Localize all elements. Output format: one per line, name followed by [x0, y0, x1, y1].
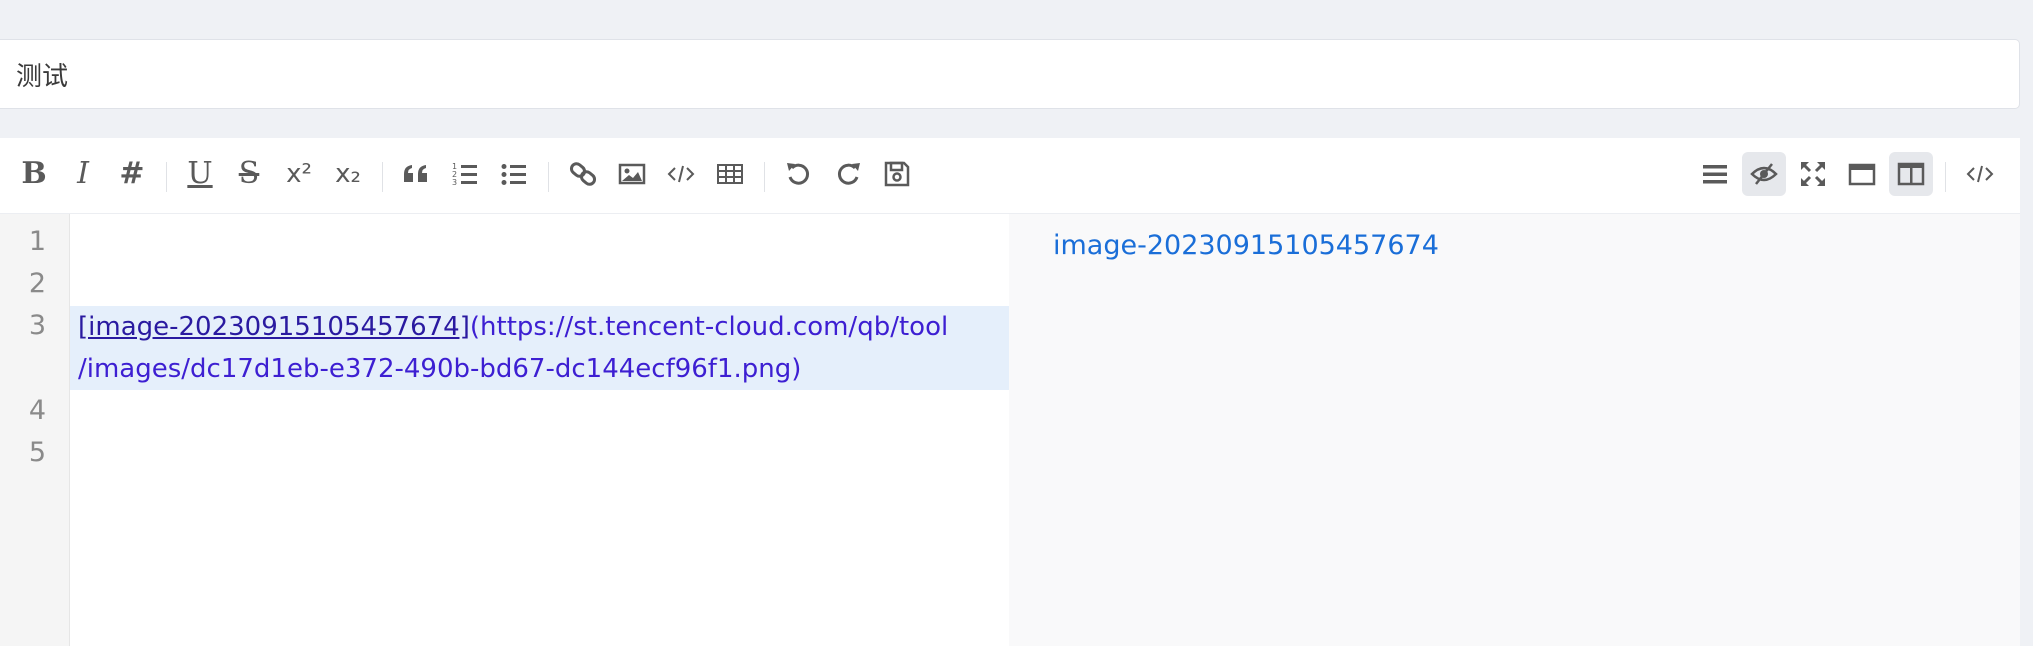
bold-icon: B: [21, 156, 47, 191]
menu-icon: [1703, 165, 1727, 184]
preview-image-link[interactable]: image-20230915105457674: [1053, 230, 1439, 261]
fullscreen-icon: [1800, 161, 1826, 187]
markdown-code-area[interactable]: [image-20230915105457674](https://st.ten…: [70, 214, 1009, 646]
redo-icon: [837, 163, 860, 185]
redo-button[interactable]: [826, 152, 870, 196]
subscript-icon: x₂: [335, 159, 361, 189]
link-url: (https://st.tencent-cloud.com/qb/tool: [469, 312, 949, 342]
table-icon: [717, 164, 743, 184]
save-button[interactable]: [875, 152, 919, 196]
strikethrough-button[interactable]: S: [227, 152, 271, 196]
line-number: 5: [28, 437, 46, 468]
title-input[interactable]: [0, 39, 2020, 109]
subscript-button[interactable]: x₂: [326, 152, 370, 196]
image-icon: [618, 163, 646, 185]
svg-text:3: 3: [452, 178, 457, 187]
ordered-list-icon: 123: [452, 162, 477, 187]
bold-button[interactable]: B: [12, 152, 56, 196]
preview-only-button[interactable]: [1742, 152, 1786, 196]
preview-pane: image-20230915105457674: [1009, 214, 2020, 646]
toolbar-divider: [548, 162, 549, 192]
split-view-button[interactable]: [1889, 152, 1933, 196]
editor-toolbar: B I # U S x² x₂ 123: [0, 138, 2020, 214]
line-number: 1: [28, 226, 46, 257]
toolbar-divider: [764, 162, 765, 192]
strikethrough-icon: S: [238, 156, 260, 191]
link-text: [image-20230915105457674]: [78, 312, 470, 342]
markdown-editor: B I # U S x² x₂ 123 1 2 3 4 5 [image-202…: [0, 138, 2020, 646]
link-button[interactable]: [561, 152, 605, 196]
underline-icon: U: [187, 156, 213, 191]
line-number: 4: [28, 395, 46, 426]
image-button[interactable]: [610, 152, 654, 196]
line-number-gutter: 1 2 3 4 5: [0, 214, 70, 646]
save-icon: [884, 161, 910, 187]
italic-button[interactable]: I: [61, 152, 105, 196]
code-button[interactable]: [659, 152, 703, 196]
code-line-3-wrapped[interactable]: /images/dc17d1eb-e372-490b-bd67-dc144ecf…: [78, 348, 801, 390]
toolbar-divider: [1945, 162, 1946, 192]
undo-icon: [787, 163, 810, 185]
table-button[interactable]: [708, 152, 752, 196]
read-mode-button[interactable]: [1840, 152, 1884, 196]
ordered-list-button[interactable]: 123: [443, 152, 487, 196]
link-icon: [569, 162, 597, 186]
line-number: 2: [28, 268, 46, 299]
columns-icon: [1897, 162, 1925, 186]
link-url-continued: /images/dc17d1eb-e372-490b-bd67-dc144ecf…: [78, 354, 802, 384]
line-number: 3: [28, 310, 46, 341]
italic-icon: I: [77, 156, 89, 191]
code-icon: [667, 165, 695, 183]
quote-icon: [404, 165, 427, 182]
unordered-list-button[interactable]: [492, 152, 536, 196]
fullscreen-button[interactable]: [1791, 152, 1835, 196]
undo-button[interactable]: [777, 152, 821, 196]
navigation-button[interactable]: [1693, 152, 1737, 196]
eye-slash-icon: [1750, 163, 1778, 185]
code-line-3[interactable]: [image-20230915105457674](https://st.ten…: [78, 306, 948, 348]
quote-button[interactable]: [394, 152, 438, 196]
hash-icon: #: [119, 156, 145, 191]
toolbar-divider: [382, 162, 383, 192]
html-code-button[interactable]: [1958, 152, 2002, 196]
code-icon: [1966, 165, 1994, 183]
header-button[interactable]: #: [110, 152, 154, 196]
unordered-list-icon: [501, 164, 526, 185]
underline-button[interactable]: U: [178, 152, 222, 196]
window-icon: [1848, 163, 1876, 186]
superscript-icon: x²: [286, 159, 312, 189]
superscript-button[interactable]: x²: [277, 152, 321, 196]
toolbar-divider: [166, 162, 167, 192]
